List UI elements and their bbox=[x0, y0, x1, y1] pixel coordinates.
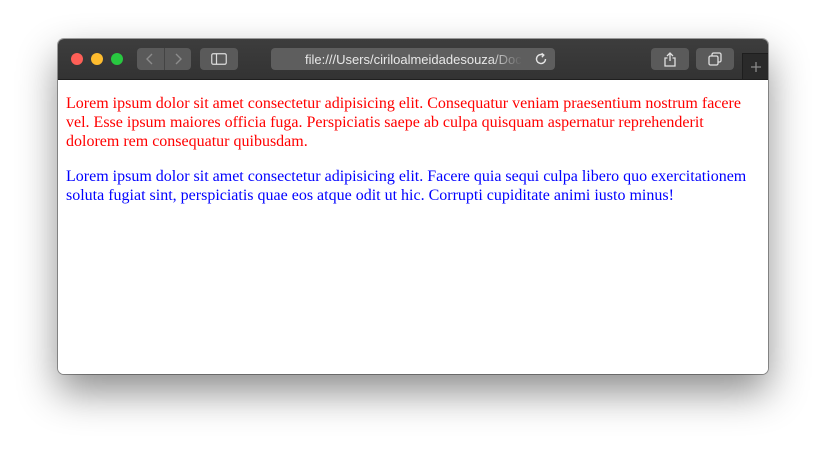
back-button[interactable] bbox=[137, 48, 164, 70]
share-icon bbox=[664, 52, 676, 67]
reload-icon[interactable] bbox=[533, 51, 549, 67]
page-content: Lorem ipsum dolor sit amet consectetur a… bbox=[58, 80, 768, 374]
paragraph-blue: Lorem ipsum dolor sit amet consectetur a… bbox=[66, 168, 747, 204]
minimize-window-button[interactable] bbox=[91, 53, 103, 65]
sidebar-icon bbox=[211, 53, 227, 65]
paragraph-red: Lorem ipsum dolor sit amet consectetur a… bbox=[66, 95, 741, 150]
address-bar[interactable]: file:///Users/cirilo​almeidadesouza/Doc bbox=[271, 48, 555, 70]
forward-button[interactable] bbox=[163, 48, 192, 70]
chevron-right-icon bbox=[175, 53, 182, 65]
browser-toolbar: file:///Users/cirilo​almeidadesouza/Doc bbox=[58, 39, 768, 80]
close-window-button[interactable] bbox=[71, 53, 83, 65]
browser-window: file:///Users/cirilo​almeidadesouza/Doc bbox=[58, 39, 768, 374]
chevron-left-icon bbox=[146, 53, 153, 65]
share-button[interactable] bbox=[651, 48, 689, 70]
zoom-window-button[interactable] bbox=[111, 53, 123, 65]
new-tab-button[interactable] bbox=[742, 53, 768, 79]
navigation-buttons bbox=[137, 48, 191, 70]
tabs-overview-button[interactable] bbox=[696, 48, 734, 70]
tabs-overview-icon bbox=[708, 52, 722, 66]
plus-icon bbox=[750, 61, 761, 72]
address-url: file:///Users/cirilo​almeidadesouza/Doc bbox=[305, 51, 522, 67]
sidebar-toggle-button[interactable] bbox=[200, 48, 238, 70]
